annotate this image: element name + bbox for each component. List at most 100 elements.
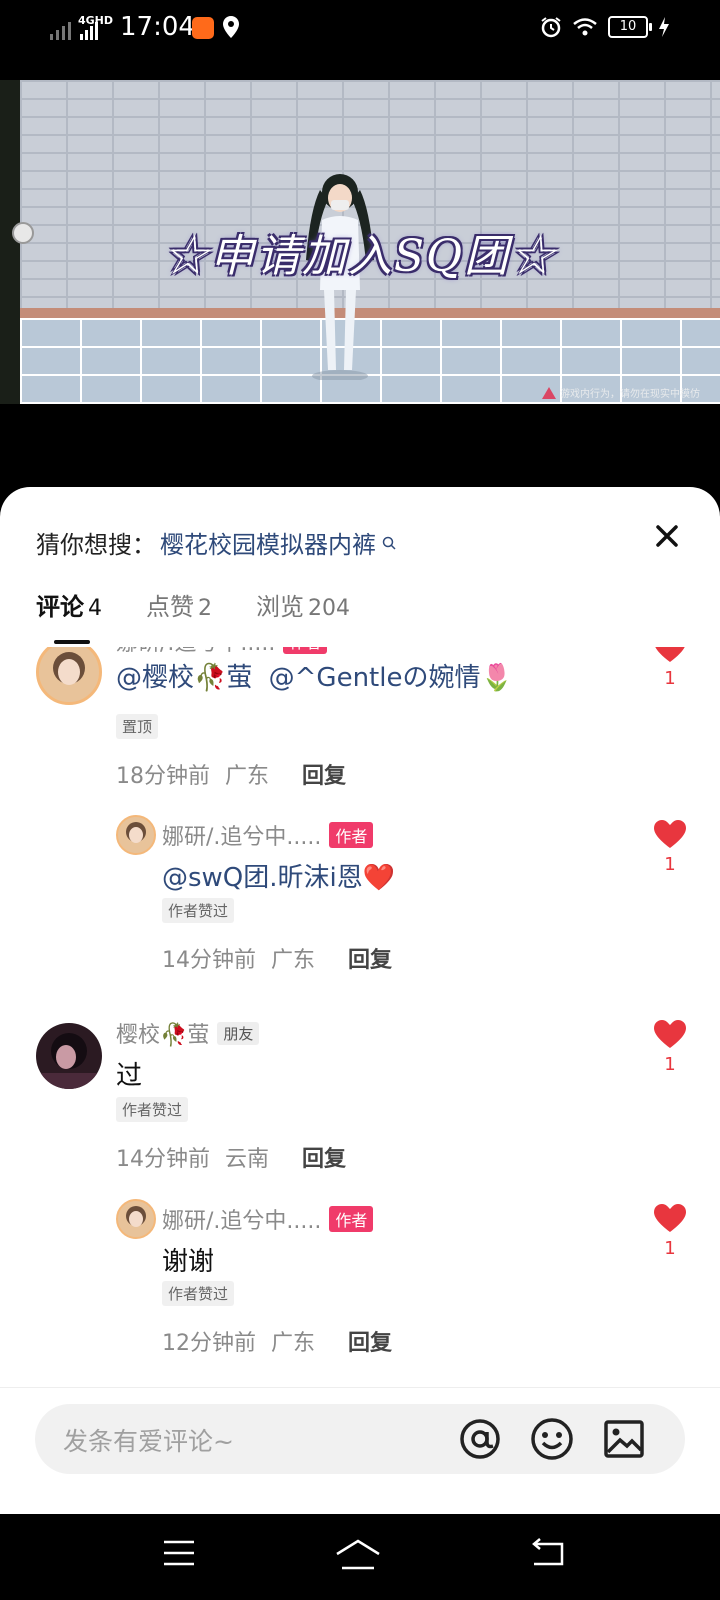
search-icon	[382, 536, 396, 550]
friend-badge: 朋友	[217, 1021, 260, 1045]
author-liked-tag: 作者赞过	[162, 1281, 235, 1306]
avatar-image	[126, 1206, 146, 1227]
back-icon[interactable]	[530, 1538, 566, 1568]
comment-input-placeholder: 发条有爱评论~	[63, 1427, 234, 1456]
avatar-image	[53, 652, 85, 685]
author-liked-tag: 作者赞过	[162, 898, 235, 923]
like-count: 1	[664, 1054, 676, 1075]
tab-comments-label: 评论	[36, 593, 84, 621]
network-label: 4GHD	[78, 14, 114, 27]
mention-link[interactable]: @^Gentleの婉情🌷	[269, 663, 513, 693]
heart-icon	[654, 1020, 686, 1048]
close-icon[interactable]	[652, 521, 682, 551]
video-warning-text: 游戏内行为，请勿在现实中模仿	[560, 389, 700, 400]
avatar[interactable]	[36, 647, 102, 705]
video-caption: ☆申请加入SQ团☆	[163, 231, 557, 282]
pinned-tag: 置顶	[116, 714, 159, 739]
reply-button[interactable]: 回复	[348, 1331, 392, 1356]
comment-time: 14分钟前	[116, 1147, 210, 1172]
like-button[interactable]: 1	[650, 647, 690, 689]
comment-author[interactable]: 樱校🥀萤 朋友	[116, 1017, 260, 1049]
mention-icon[interactable]	[457, 1416, 503, 1462]
comment-location: 广东	[271, 1331, 316, 1356]
comment-text: 过	[116, 1061, 143, 1091]
comment-input[interactable]: 发条有爱评论~	[35, 1404, 685, 1474]
guess-query-link[interactable]: 樱花校园模拟器内裤	[160, 525, 376, 560]
location-icon	[223, 16, 239, 38]
comment-input-bar: 发条有爱评论~	[0, 1387, 720, 1514]
heart-icon	[655, 647, 685, 662]
comment-author[interactable]: 娜研/.追兮中..... 作者	[116, 647, 328, 657]
tab-comments-count: 4	[88, 596, 102, 621]
suggested-search[interactable]: 猜你想搜： 樱花校园模拟器内裤	[36, 525, 396, 560]
tab-underline	[54, 640, 90, 644]
avatar-image	[126, 822, 146, 843]
author-badge: 作者	[329, 822, 374, 848]
reply-button[interactable]: 回复	[348, 948, 392, 973]
video-player[interactable]: ☆申请加入SQ团☆ 游戏内行为，请勿在现实中模仿	[0, 80, 720, 404]
charging-icon	[659, 17, 669, 37]
avatar[interactable]	[116, 1199, 156, 1239]
alarm-icon	[541, 17, 561, 38]
like-button[interactable]: 1	[650, 1019, 690, 1075]
author-name: 樱校🥀萤	[116, 1023, 210, 1048]
avatar[interactable]	[36, 1023, 102, 1089]
tab-views-count: 204	[308, 596, 350, 621]
tab-likes[interactable]: 点赞 2	[146, 587, 212, 622]
app-notification-icon	[192, 17, 214, 39]
tab-views[interactable]: 浏览 204	[256, 587, 350, 622]
reply-button[interactable]: 回复	[302, 764, 346, 789]
author-name: 娜研/.追兮中.....	[162, 1209, 322, 1234]
like-button[interactable]: 1	[650, 1203, 690, 1259]
comment-text: @swQ团.昕沫i恩❤️	[162, 857, 395, 894]
avatar-image	[36, 1033, 102, 1089]
comment-author[interactable]: 娜研/.追兮中..... 作者	[162, 819, 374, 851]
reply-button[interactable]: 回复	[302, 1147, 346, 1172]
status-bar: 4GHD 17:04 10	[0, 0, 720, 80]
status-right: 10	[540, 16, 670, 38]
comment-time: 18分钟前	[116, 764, 210, 789]
tab-likes-label: 点赞	[146, 593, 194, 621]
system-nav-bar	[0, 1514, 720, 1600]
comment-meta: 18分钟前 广东 回复	[116, 758, 346, 790]
comment-location: 广东	[225, 764, 270, 789]
comment-meta: 14分钟前 广东 回复	[162, 942, 392, 974]
like-count: 1	[664, 854, 676, 875]
comment-text: @樱校🥀萤 @^Gentleの婉情🌷	[116, 657, 513, 694]
tabs: 评论 4 点赞 2 浏览 204	[36, 587, 350, 622]
image-icon[interactable]	[601, 1416, 647, 1462]
menu-icon[interactable]	[162, 1538, 196, 1568]
author-badge: 作者	[283, 647, 328, 654]
like-count: 1	[664, 668, 676, 689]
comment-meta: 14分钟前 云南 回复	[116, 1141, 346, 1173]
tab-comments[interactable]: 评论 4	[36, 587, 102, 622]
comment-sheet: 猜你想搜： 樱花校园模拟器内裤 评论4 点赞2 浏览204 娜研/.追兮中.	[0, 487, 720, 1514]
mention-link[interactable]: @swQ团.昕沫i恩❤️	[162, 863, 395, 893]
heart-icon	[654, 1204, 686, 1232]
warning-icon	[542, 386, 556, 399]
like-button[interactable]: 1	[650, 819, 690, 875]
wifi-icon	[573, 18, 597, 36]
comment-meta: 12分钟前 广东 回复	[162, 1325, 392, 1357]
comment-time: 14分钟前	[162, 948, 256, 973]
comment-time: 12分钟前	[162, 1331, 256, 1356]
author-liked-tag: 作者赞过	[116, 1097, 189, 1122]
heart-icon	[654, 820, 686, 848]
battery-icon: 10	[608, 16, 652, 38]
tab-views-label: 浏览	[256, 593, 304, 621]
avatar[interactable]	[116, 815, 156, 855]
author-name: 娜研/.追兮中.....	[162, 825, 322, 850]
comment-text: 谢谢	[162, 1247, 215, 1277]
guess-prefix: 猜你想搜：	[36, 531, 156, 559]
home-icon[interactable]	[334, 1538, 382, 1572]
comment-author[interactable]: 娜研/.追兮中..... 作者	[162, 1203, 374, 1235]
comment-location: 广东	[271, 948, 316, 973]
comment-list[interactable]: 娜研/.追兮中..... 作者 @樱校🥀萤 @^Gentleの婉情🌷 置顶 18…	[0, 647, 720, 1407]
video-progress-handle[interactable]	[12, 222, 34, 244]
comment-location: 云南	[225, 1147, 270, 1172]
emoji-icon[interactable]	[529, 1416, 575, 1462]
tab-likes-count: 2	[198, 596, 212, 621]
mention-link[interactable]: @樱校🥀萤	[116, 663, 252, 693]
like-count: 1	[664, 1238, 676, 1259]
author-name: 娜研/.追兮中.....	[116, 647, 275, 657]
